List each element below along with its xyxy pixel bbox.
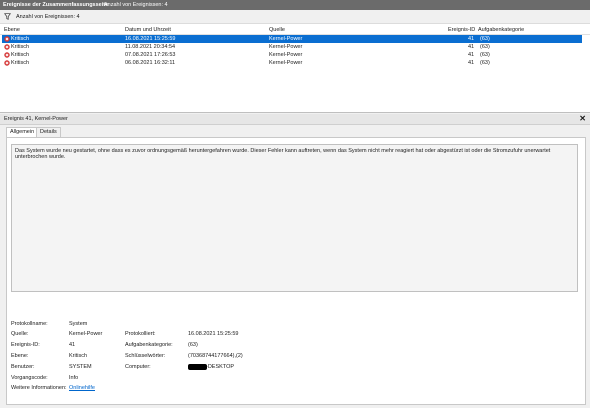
detail-header: Ereignis 41, Kernel-Power ✕: [0, 114, 590, 125]
user-label: Benutzer:: [11, 364, 35, 370]
table-row[interactable]: Kritisch 11.08.2021 20:34:54 Kernel-Powe…: [2, 43, 582, 51]
table-row[interactable]: Kritisch 16.08.2021 15:25:59 Kernel-Powe…: [2, 35, 582, 43]
window-title: Ereignisse der Zusammenfassungsseite: [3, 2, 109, 8]
level-label: Ebene:: [11, 353, 29, 359]
event-message: Das System wurde neu gestartet, ohne das…: [15, 148, 551, 160]
table-header: Ebene Datum und Uhrzeit Quelle Ereignis-…: [0, 24, 590, 35]
cell-level: Kritisch: [11, 44, 30, 50]
filter-icon[interactable]: [4, 13, 11, 20]
logged-value: 16.08.2021 15:25:59: [188, 331, 239, 337]
tab-details[interactable]: Details: [36, 127, 61, 137]
event-detail-panel: Ereignis 41, Kernel-Power ✕ Allgemein De…: [0, 114, 590, 408]
log-name-value: System: [69, 321, 88, 327]
opcode-label: Vorgangscode:: [11, 375, 48, 381]
column-header-level[interactable]: Ebene: [4, 27, 20, 33]
cell-level: Kritisch: [11, 60, 30, 66]
critical-error-icon: [4, 44, 10, 50]
cell-task-category: (63): [480, 60, 490, 66]
cell-level: Kritisch: [11, 52, 30, 58]
tab-general[interactable]: Allgemein: [6, 127, 39, 137]
critical-error-icon: [4, 52, 10, 58]
keywords-label: Schlüsselwörter:: [125, 353, 166, 359]
log-name-label: Protokollname:: [11, 321, 48, 327]
cell-event-id: 41: [468, 44, 475, 50]
level-value: Kritisch: [69, 353, 88, 359]
cell-event-id: 41: [468, 52, 475, 58]
more-info-label: Weitere Informationen:: [11, 385, 67, 391]
events-table: Ebene Datum und Uhrzeit Quelle Ereignis-…: [0, 24, 590, 113]
column-header-task-category[interactable]: Aufgabenkategorie: [478, 27, 524, 33]
cell-datetime: 11.08.2021 20:34:54: [125, 44, 176, 50]
column-header-datetime[interactable]: Datum und Uhrzeit: [125, 27, 171, 33]
source-value: Kernel-Power: [69, 331, 103, 337]
event-id-value: 41: [69, 342, 76, 348]
cell-event-id: 41: [468, 60, 475, 66]
cell-source: Kernel-Power: [269, 52, 303, 58]
column-header-event-id[interactable]: Ereignis-ID: [448, 27, 475, 33]
cell-source: Kernel-Power: [269, 44, 303, 50]
computer-label: Computer:: [125, 364, 151, 370]
source-label: Quelle:: [11, 331, 29, 337]
toolbar: Anzahl von Ereignissen: 4: [0, 10, 590, 24]
cell-datetime: 06.08.2021 16:32:11: [125, 60, 176, 66]
cell-task-category: (63): [480, 44, 490, 50]
opcode-value: Info: [69, 375, 79, 381]
critical-error-icon: [4, 36, 10, 42]
column-header-source[interactable]: Quelle: [269, 27, 285, 33]
cell-level: Kritisch: [11, 36, 30, 42]
general-tab-pane: Das System wurde neu gestartet, ohne das…: [6, 137, 586, 405]
logged-label: Protokolliert:: [125, 331, 156, 337]
keywords-value: (70368744177664),(2): [188, 353, 243, 359]
table-row[interactable]: Kritisch 07.08.2021 17:26:53 Kernel-Powe…: [2, 51, 582, 59]
cell-datetime: 16.08.2021 15:25:59: [125, 36, 176, 42]
event-message-box[interactable]: Das System wurde neu gestartet, ohne das…: [11, 144, 578, 292]
event-count-label: Anzahl von Ereignissen: 4: [16, 14, 80, 20]
cell-datetime: 07.08.2021 17:26:53: [125, 52, 176, 58]
critical-error-icon: [4, 60, 10, 66]
table-row[interactable]: Kritisch 06.08.2021 16:32:11 Kernel-Powe…: [2, 59, 582, 67]
event-id-label: Ereignis-ID:: [11, 342, 40, 348]
user-value: SYSTEM: [69, 364, 92, 370]
close-icon[interactable]: ✕: [579, 114, 586, 123]
cell-source: Kernel-Power: [269, 60, 303, 66]
title-event-count: Anzahl von Ereignissen: 4: [104, 2, 168, 8]
online-help-link[interactable]: Onlinehilfe: [69, 385, 95, 391]
cell-task-category: (63): [480, 52, 490, 58]
computer-value: -DESKTOP: [206, 364, 235, 370]
cell-task-category: (63): [480, 36, 490, 42]
title-bar: Ereignisse der Zusammenfassungsseite Anz…: [0, 0, 590, 10]
cell-source: Kernel-Power: [269, 36, 303, 42]
detail-title: Ereignis 41, Kernel-Power: [4, 116, 68, 122]
task-category-value: (63): [188, 342, 198, 348]
redaction-mark: [188, 364, 207, 370]
cell-event-id: 41: [468, 36, 475, 42]
task-category-label: Aufgabenkategorie:: [125, 342, 173, 348]
